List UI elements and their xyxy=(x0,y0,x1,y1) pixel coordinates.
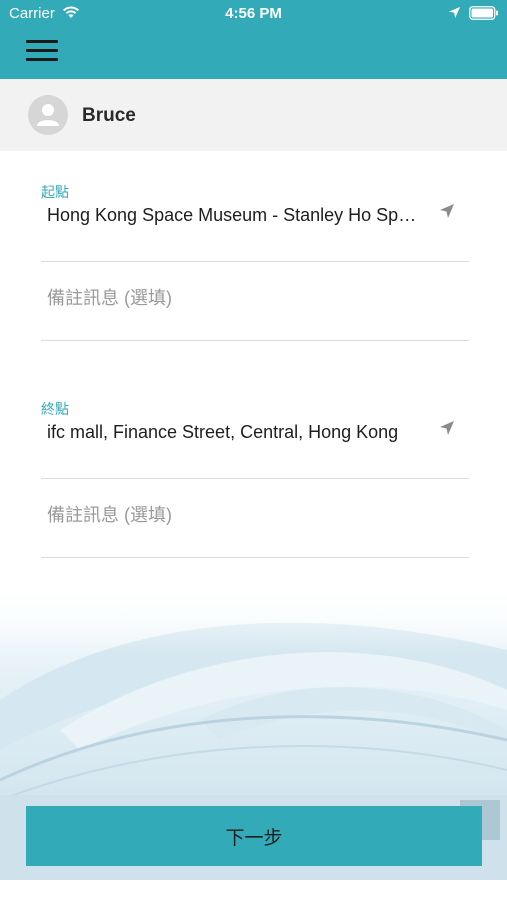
origin-location-field[interactable]: Hong Kong Space Museum - Stanley Ho Spac… xyxy=(41,183,469,262)
location-services-icon xyxy=(449,7,460,18)
location-arrow-icon[interactable] xyxy=(439,203,455,219)
user-name: Bruce xyxy=(82,105,136,126)
origin-remarks-field[interactable]: 備註訊息 (選填) xyxy=(41,262,469,341)
destination-remarks-placeholder: 備註訊息 (選填) xyxy=(47,505,172,525)
destination-location-value: ifc mall, Finance Street, Central, Hong … xyxy=(47,422,399,442)
origin-location-value: Hong Kong Space Museum - Stanley Ho Spac… xyxy=(47,205,417,225)
battery-icon xyxy=(469,6,498,20)
destination-location-field[interactable]: ifc mall, Finance Street, Central, Hong … xyxy=(41,400,469,479)
menu-icon[interactable] xyxy=(26,40,58,62)
user-profile-row[interactable]: Bruce xyxy=(0,79,507,151)
location-arrow-icon[interactable] xyxy=(439,420,455,436)
origin-remarks-placeholder: 備註訊息 (選填) xyxy=(47,288,172,308)
avatar-placeholder-icon xyxy=(28,95,68,135)
next-button[interactable]: 下一步 xyxy=(26,806,482,866)
status-time: 4:56 PM xyxy=(225,5,282,22)
destination-remarks-field[interactable]: 備註訊息 (選填) xyxy=(41,479,469,558)
status-bar: Carrier 4:56 PM xyxy=(0,0,507,28)
top-bar: Carrier 4:56 PM xyxy=(0,0,507,79)
